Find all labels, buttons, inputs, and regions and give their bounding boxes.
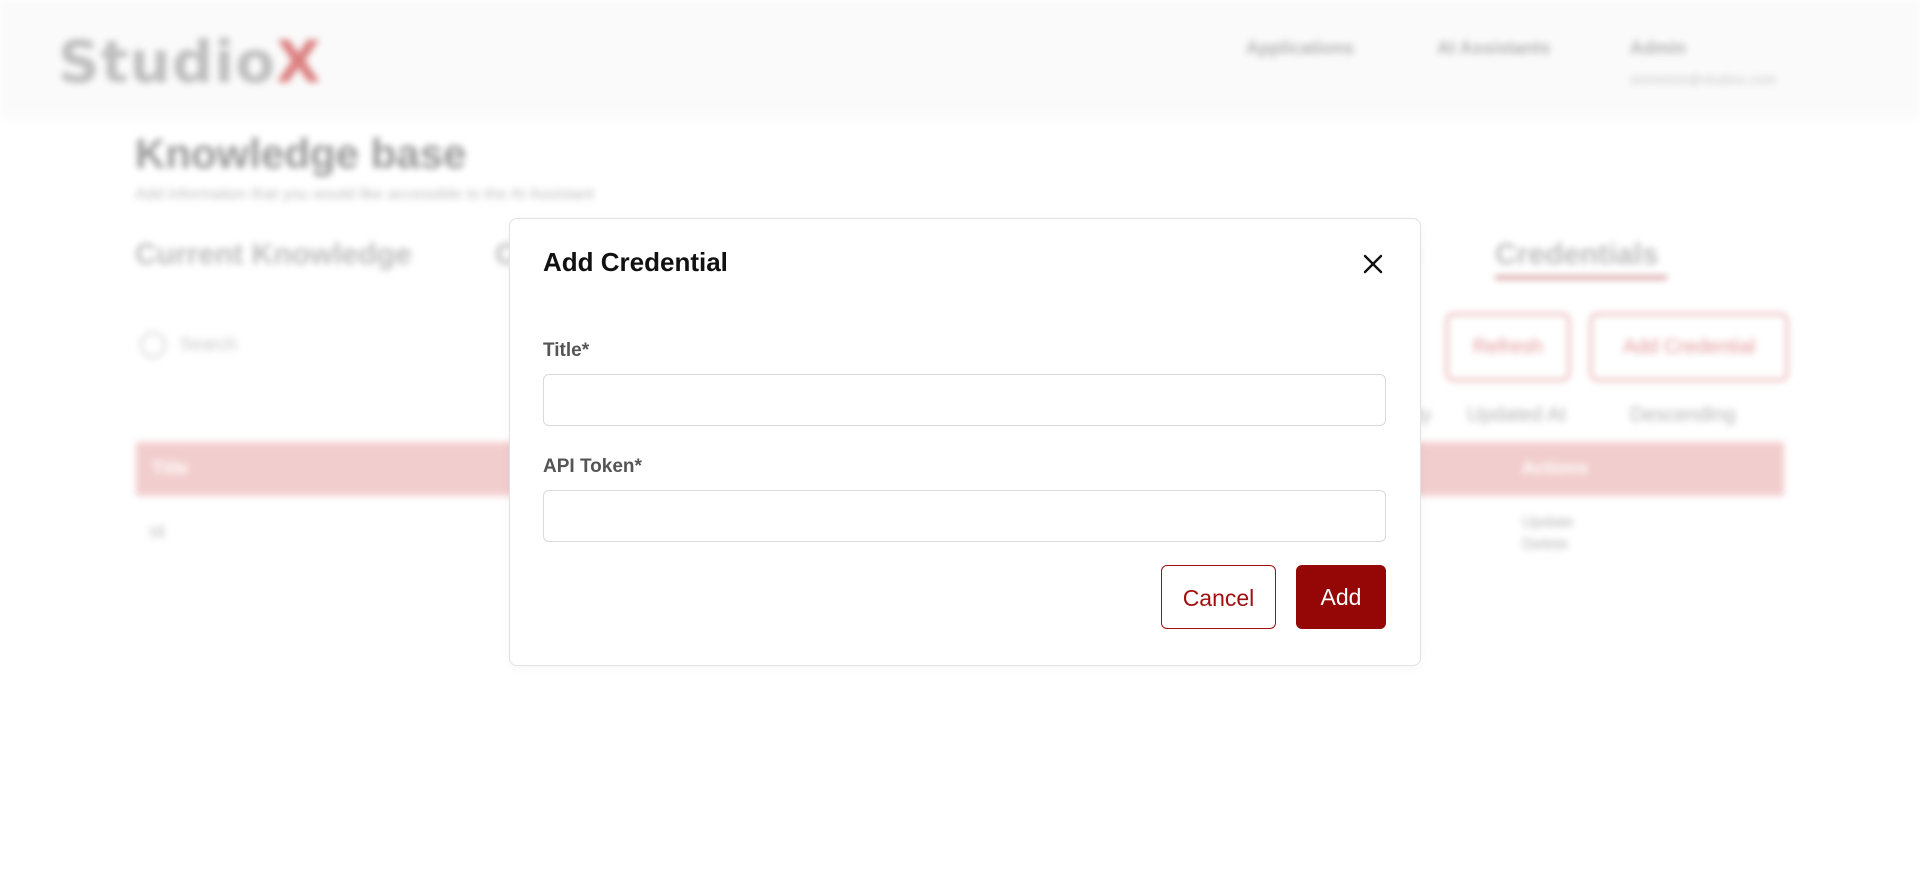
sort-field-select[interactable]: Updated At	[1467, 404, 1566, 427]
user-email: someone@studiox.com	[1630, 71, 1777, 87]
nav-applications[interactable]: Applications	[1246, 38, 1354, 59]
add-credential-button[interactable]: Add Credential	[1590, 313, 1788, 381]
delete-link[interactable]: Delete	[1522, 534, 1574, 556]
page-subtitle: Add information that you would like acce…	[135, 186, 594, 203]
add-credential-dialog: Add Credential Title* API Token* Cancel …	[509, 218, 1421, 666]
update-link[interactable]: Update	[1522, 512, 1574, 534]
page-title: Knowledge base	[135, 130, 467, 177]
search-box[interactable]: Search	[140, 332, 237, 358]
search-icon	[140, 332, 166, 358]
refresh-button[interactable]: Refresh	[1446, 313, 1570, 381]
close-icon[interactable]	[1358, 249, 1388, 279]
api-token-input[interactable]	[543, 490, 1386, 542]
api-token-label: API Token*	[543, 456, 642, 477]
dialog-title: Add Credential	[543, 247, 728, 277]
header-title: Title	[152, 458, 189, 478]
sort-order-select[interactable]: Descending	[1630, 404, 1736, 427]
tab-credentials[interactable]: Credentials	[1495, 238, 1658, 272]
tab-current-knowledge[interactable]: Current Knowledge	[135, 238, 412, 272]
title-input[interactable]	[543, 374, 1386, 426]
table-row-title: t4	[150, 522, 166, 542]
active-tab-indicator	[1495, 276, 1667, 279]
header-actions: Actions	[1522, 458, 1589, 478]
studiox-logo: StudioX	[58, 28, 322, 96]
add-button[interactable]: Add	[1296, 565, 1386, 629]
top-navbar: StudioX Applications AI Assistants Admin…	[0, 0, 1920, 118]
cancel-button[interactable]: Cancel	[1161, 565, 1276, 629]
nav-admin[interactable]: Admin	[1630, 38, 1686, 59]
title-label: Title*	[543, 340, 590, 361]
table-row-actions: Update Delete	[1522, 512, 1574, 556]
nav-ai-assistants[interactable]: AI Assistants	[1437, 38, 1550, 59]
